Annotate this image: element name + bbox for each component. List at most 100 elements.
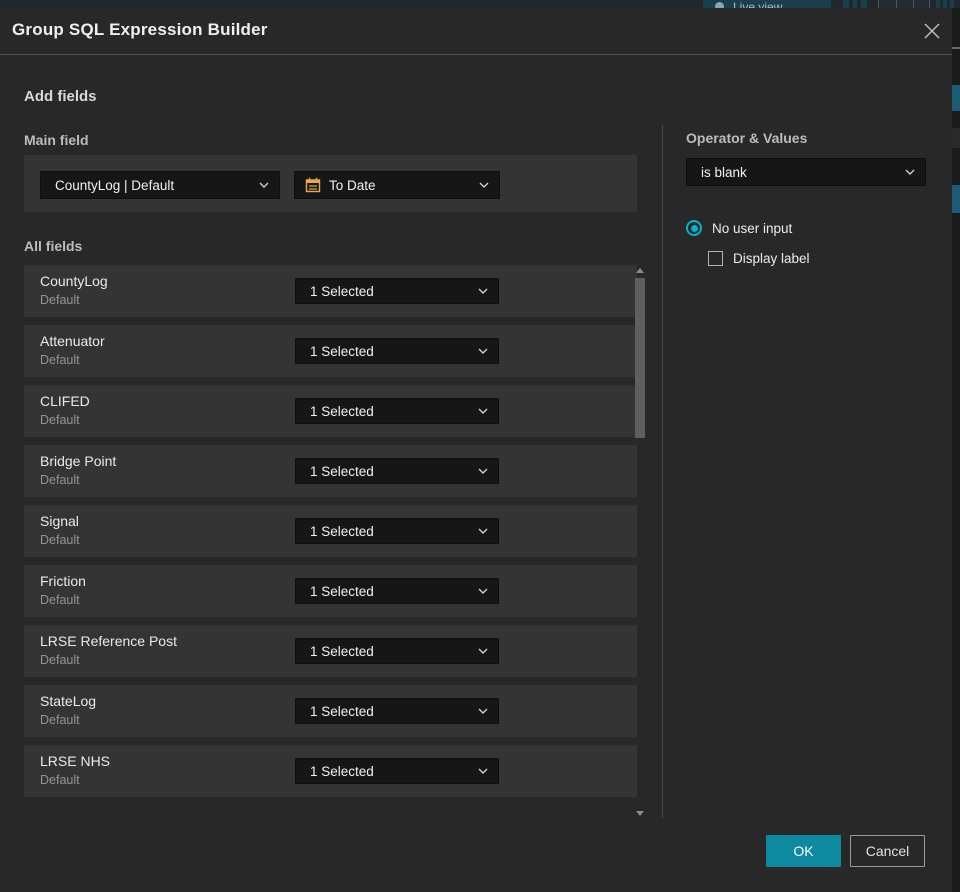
field-selected-value: 1 Selected — [310, 283, 374, 299]
chevron-down-icon — [478, 288, 488, 294]
field-selected-value: 1 Selected — [310, 463, 374, 479]
checkbox-unchecked-icon — [708, 251, 723, 266]
scroll-up-icon[interactable] — [636, 268, 644, 273]
dialog-titlebar: Group SQL Expression Builder — [0, 8, 952, 55]
chevron-down-icon — [478, 588, 488, 594]
field-selected-dropdown[interactable]: 1 Selected — [295, 758, 499, 784]
field-sublabel: Default — [40, 473, 80, 487]
scrollbar-thumb[interactable] — [635, 278, 645, 438]
field-sublabel: Default — [40, 773, 80, 787]
toolbar-bar-icon — [913, 0, 914, 8]
background-toolbar-segment — [843, 0, 867, 8]
field-row: Bridge Point Default 1 Selected — [24, 445, 637, 497]
scroll-down-icon[interactable] — [636, 811, 644, 816]
panel-divider — [662, 125, 663, 818]
background-app-sidebar — [952, 8, 960, 892]
field-sublabel: Default — [40, 293, 80, 307]
field-name: Attenuator — [40, 333, 105, 349]
toolbar-bar-icon — [849, 0, 853, 8]
chevron-down-icon — [479, 182, 489, 188]
field-selected-dropdown[interactable]: 1 Selected — [295, 578, 499, 604]
field-name: StateLog — [40, 693, 97, 709]
field-selected-value: 1 Selected — [310, 523, 374, 539]
field-row: Signal Default 1 Selected — [24, 505, 637, 557]
background-app-toolbar: Live view — [0, 0, 960, 8]
field-row: StateLog Default 1 Selected — [24, 685, 637, 737]
chevron-down-icon — [478, 348, 488, 354]
field-selected-value: 1 Selected — [310, 343, 374, 359]
all-fields-label: All fields — [24, 238, 83, 254]
radio-selected-icon — [686, 220, 702, 236]
main-field-dropdown-value: CountyLog | Default — [55, 177, 175, 193]
field-name: LRSE Reference Post — [40, 633, 177, 649]
chevron-down-icon — [478, 408, 488, 414]
field-sublabel: Default — [40, 653, 80, 667]
sidebar-highlight — [952, 185, 960, 213]
close-button[interactable] — [917, 16, 947, 46]
field-name: Signal — [40, 513, 79, 529]
field-row: LRSE Reference Post Default 1 Selected — [24, 625, 637, 677]
operator-values-label: Operator & Values — [686, 130, 808, 146]
field-selected-dropdown[interactable]: 1 Selected — [295, 398, 499, 424]
date-dropdown-value: To Date — [329, 177, 376, 193]
dialog-title: Group SQL Expression Builder — [12, 20, 268, 39]
toolbar-bar-icon — [896, 0, 897, 8]
display-label-checkbox[interactable]: Display label — [708, 251, 810, 266]
live-view-label: Live view — [733, 0, 783, 8]
main-field-date-dropdown[interactable]: To Date — [294, 171, 500, 199]
field-sublabel: Default — [40, 353, 80, 367]
field-selected-value: 1 Selected — [310, 703, 374, 719]
background-toolbar-segment — [878, 0, 930, 8]
cancel-button[interactable]: Cancel — [850, 835, 925, 867]
field-sublabel: Default — [40, 413, 80, 427]
field-row: Friction Default 1 Selected — [24, 565, 637, 617]
operator-dropdown-value: is blank — [701, 164, 747, 180]
no-user-input-radio[interactable]: No user input — [686, 220, 792, 236]
field-name: CountyLog — [40, 273, 108, 289]
add-fields-heading: Add fields — [24, 88, 97, 105]
chevron-down-icon — [259, 182, 269, 188]
toolbar-bar-icon — [857, 0, 861, 8]
field-selected-value: 1 Selected — [310, 643, 374, 659]
field-sublabel: Default — [40, 713, 80, 727]
close-icon — [924, 23, 940, 39]
calendar-icon — [305, 177, 321, 193]
field-selected-value: 1 Selected — [310, 403, 374, 419]
field-name: Friction — [40, 573, 86, 589]
chevron-down-icon — [478, 648, 488, 654]
field-selected-dropdown[interactable]: 1 Selected — [295, 278, 499, 304]
chevron-down-icon — [478, 468, 488, 474]
all-fields-scrollbar[interactable] — [633, 262, 647, 818]
chevron-down-icon — [478, 708, 488, 714]
ok-button[interactable]: OK — [766, 835, 841, 867]
live-view-button[interactable]: Live view — [703, 0, 831, 8]
field-selected-dropdown[interactable]: 1 Selected — [295, 698, 499, 724]
field-name: LRSE NHS — [40, 753, 111, 769]
field-selected-value: 1 Selected — [310, 583, 374, 599]
main-field-container: CountyLog | Default To Date — [24, 155, 637, 212]
field-selected-value: 1 Selected — [310, 763, 374, 779]
toolbar-bar-icon — [947, 0, 950, 8]
field-sublabel: Default — [40, 593, 80, 607]
main-field-label: Main field — [24, 132, 89, 148]
chevron-down-icon — [478, 528, 488, 534]
field-row: CLIFED Default 1 Selected — [24, 385, 637, 437]
chevron-down-icon — [905, 169, 915, 175]
field-row: Attenuator Default 1 Selected — [24, 325, 637, 377]
field-selected-dropdown[interactable]: 1 Selected — [295, 338, 499, 364]
field-name: CLIFED — [40, 393, 90, 409]
no-user-input-label: No user input — [712, 220, 793, 236]
field-row: CountyLog Default 1 Selected — [24, 265, 637, 317]
main-field-dropdown[interactable]: CountyLog | Default — [40, 171, 280, 199]
toolbar-bar-icon — [940, 0, 943, 8]
sidebar-highlight — [952, 85, 960, 111]
group-sql-expression-builder-dialog: Group SQL Expression Builder Add fields … — [0, 8, 952, 892]
field-selected-dropdown[interactable]: 1 Selected — [295, 518, 499, 544]
field-selected-dropdown[interactable]: 1 Selected — [295, 458, 499, 484]
operator-dropdown[interactable]: is blank — [686, 158, 926, 186]
display-label-label: Display label — [733, 251, 810, 266]
chevron-down-icon — [478, 768, 488, 774]
field-selected-dropdown[interactable]: 1 Selected — [295, 638, 499, 664]
field-name: Bridge Point — [40, 453, 117, 469]
background-toolbar-segment — [936, 0, 954, 8]
